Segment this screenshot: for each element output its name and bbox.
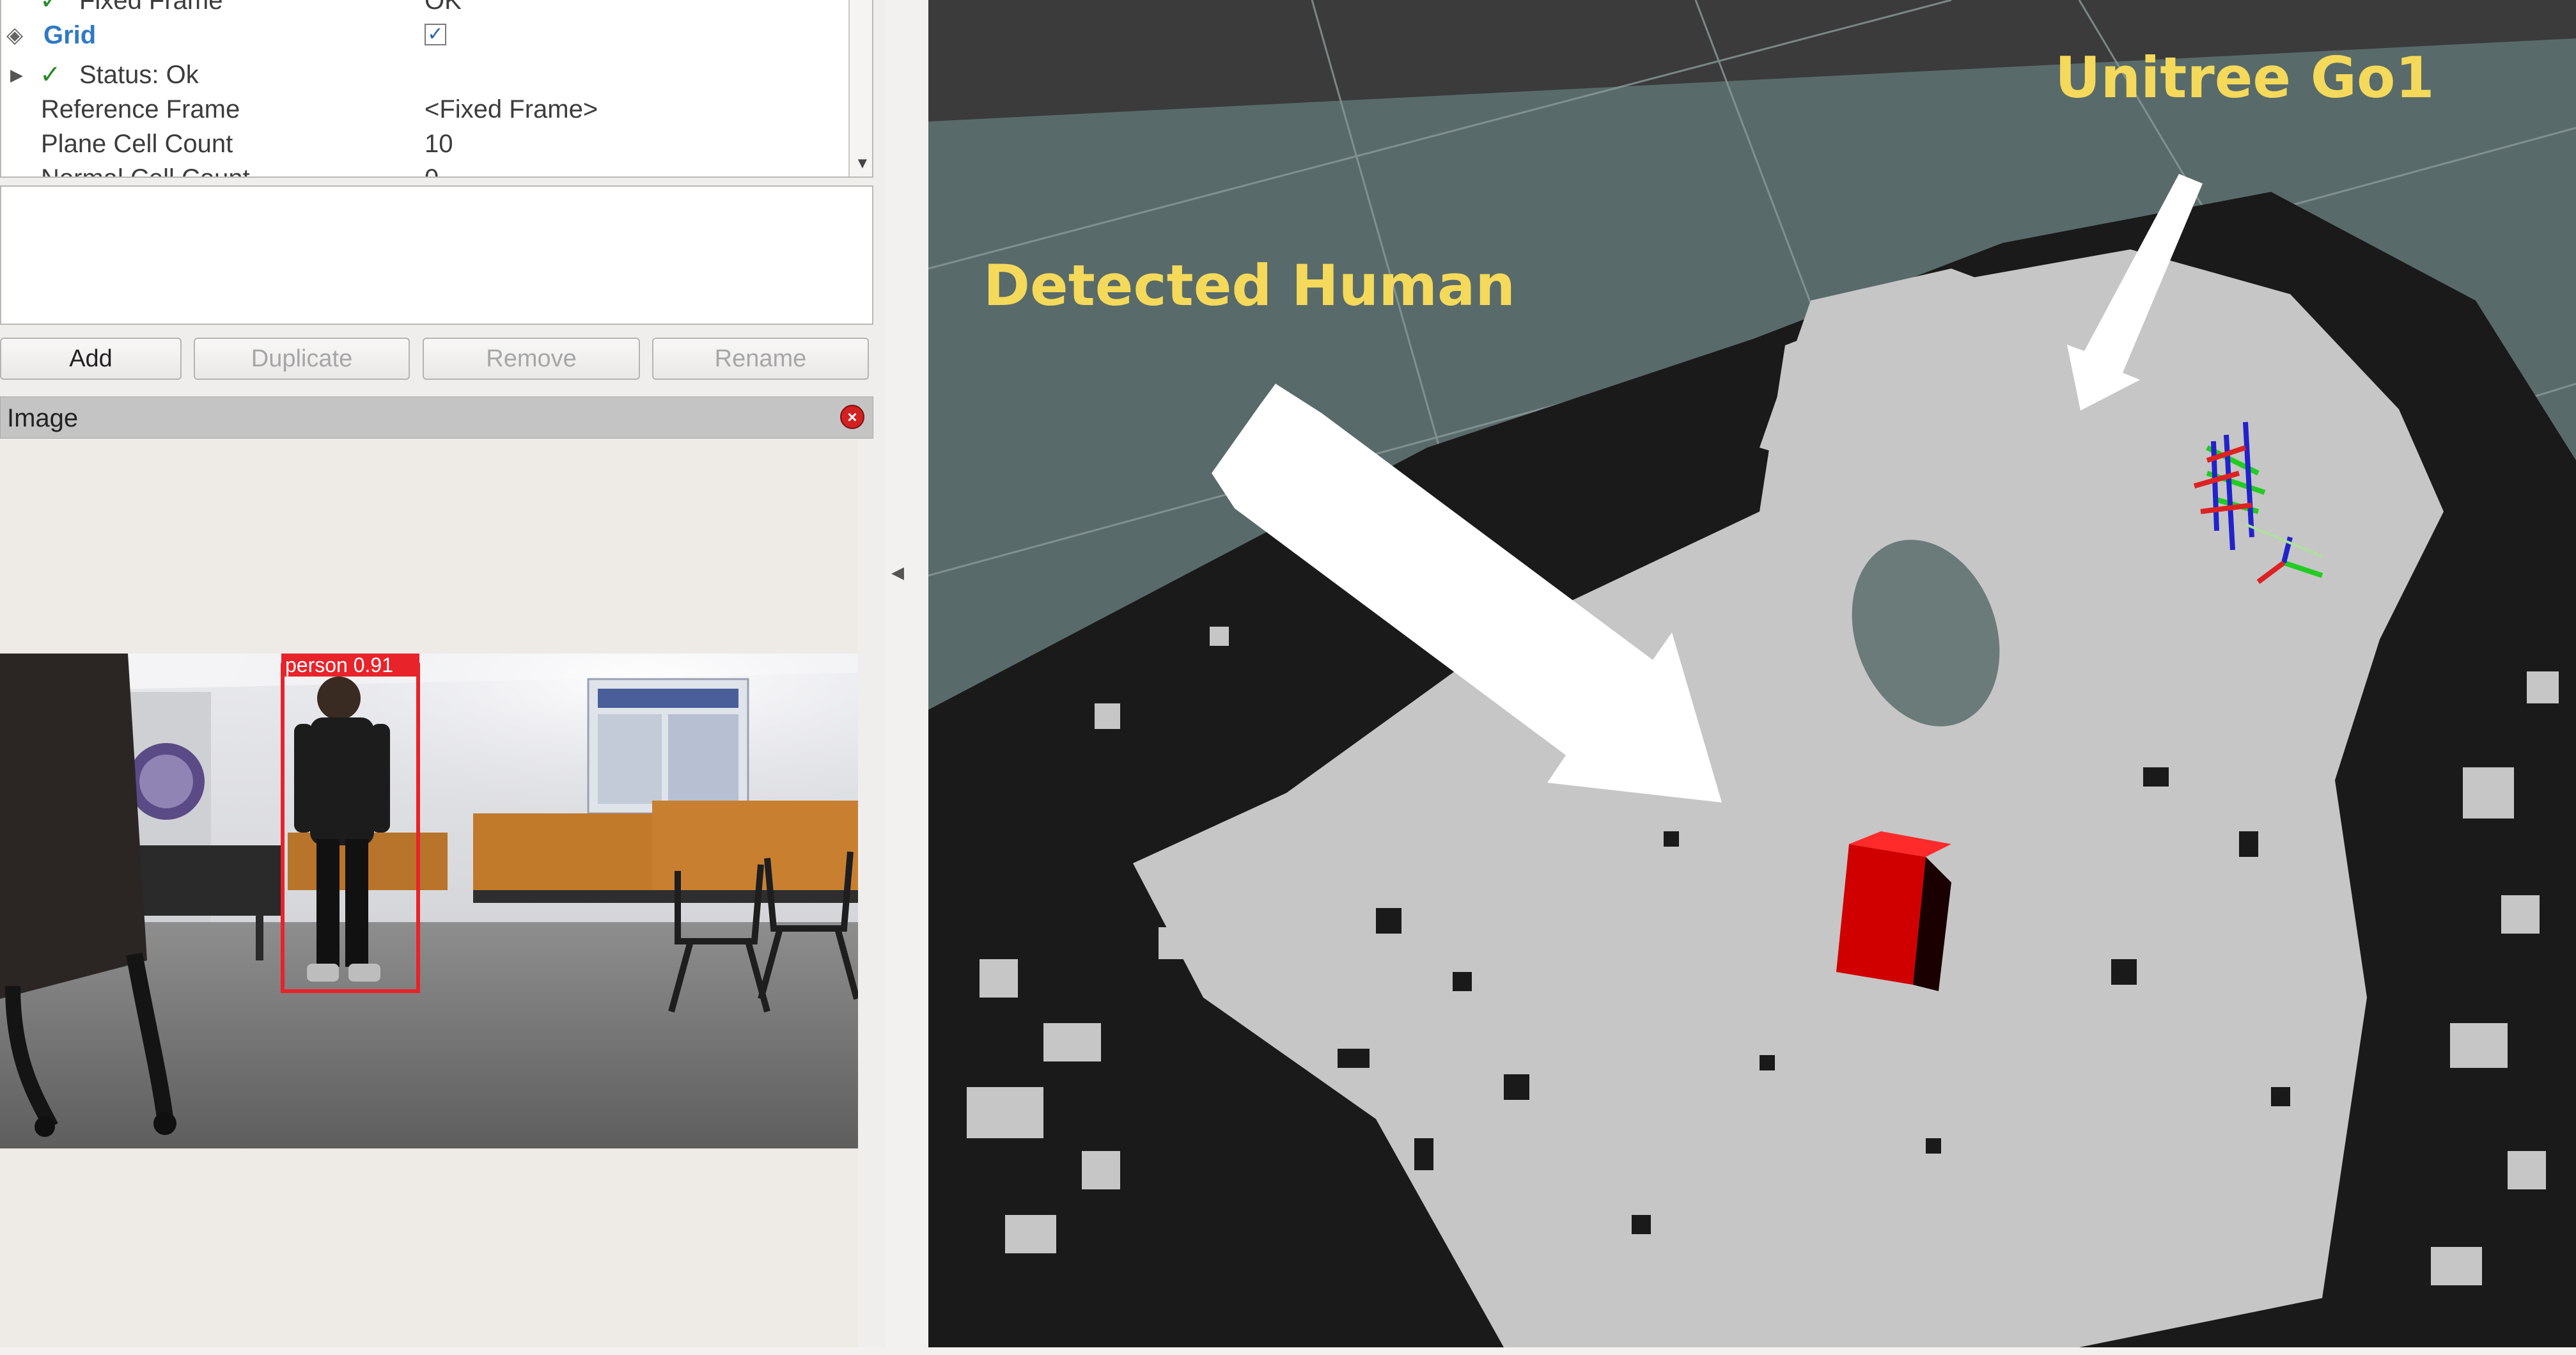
property-row-status[interactable]: ▶ ✓ Status: Ok [1,58,848,92]
table [473,813,665,890]
annotation-unitree-go1: Unitree Go1 [2055,45,2435,111]
rename-button[interactable]: Rename [652,338,869,380]
properties-scrollbar[interactable]: ▼ [848,0,872,176]
chevron-down-icon[interactable]: ▼ [855,155,870,173]
check-icon: ✓ [40,61,61,89]
add-button[interactable]: Add [0,338,182,380]
check-icon: ✓ [40,0,61,15]
bottom-status-strip [0,1347,2576,1355]
image-panel-header: Image × [0,396,873,439]
remove-button[interactable]: Remove [423,338,640,380]
property-row-grid[interactable]: ◈ Grid ✓ [1,18,848,52]
property-name: Fixed Frame [79,0,223,15]
property-row-normal-cell-count[interactable]: Normal Cell Count 0 [1,161,848,176]
property-value: OK [425,0,462,15]
triangle-left-icon[interactable]: ◀ [891,563,904,583]
property-row-reference-frame[interactable]: Reference Frame <Fixed Frame> [1,92,848,127]
table [652,801,858,890]
close-circle-icon[interactable]: × [840,405,864,429]
3d-view[interactable]: Detected Human Unitree Go1 [928,0,2576,1347]
property-value[interactable]: <Fixed Frame> [425,92,598,127]
property-name: Status: Ok [79,61,199,89]
property-description-box [0,185,873,325]
display-eye-icon[interactable]: ◈ [6,18,23,52]
annotation-detected-human: Detected Human [983,253,1516,318]
display-properties-tree: ✓ Fixed Frame OK ◈ Grid ✓ ▶ ✓ Status: Ok… [0,0,873,178]
property-row-fixed-frame[interactable]: ✓ Fixed Frame OK [1,0,848,18]
image-panel-title: Image [7,404,79,432]
property-value[interactable]: 0 [425,161,439,176]
occupancy-map-render [928,0,2576,1347]
detection-label: person 0.91 [285,654,393,677]
triangle-right-icon[interactable]: ▶ [10,58,23,92]
property-name: Reference Frame [41,95,240,123]
camera-image: person 0.91 [0,654,858,1148]
property-name: Plane Cell Count [41,130,233,158]
grid-enabled-checkbox[interactable]: ✓ [425,24,446,45]
property-name: Normal Cell Count [41,161,250,176]
property-value[interactable]: 10 [425,127,453,161]
displays-panel: ✓ Fixed Frame OK ◈ Grid ✓ ▶ ✓ Status: Ok… [0,0,904,1355]
property-row-plane-cell-count[interactable]: Plane Cell Count 10 [1,127,848,161]
property-name: Grid [43,21,97,49]
duplicate-button[interactable]: Duplicate [194,338,410,380]
